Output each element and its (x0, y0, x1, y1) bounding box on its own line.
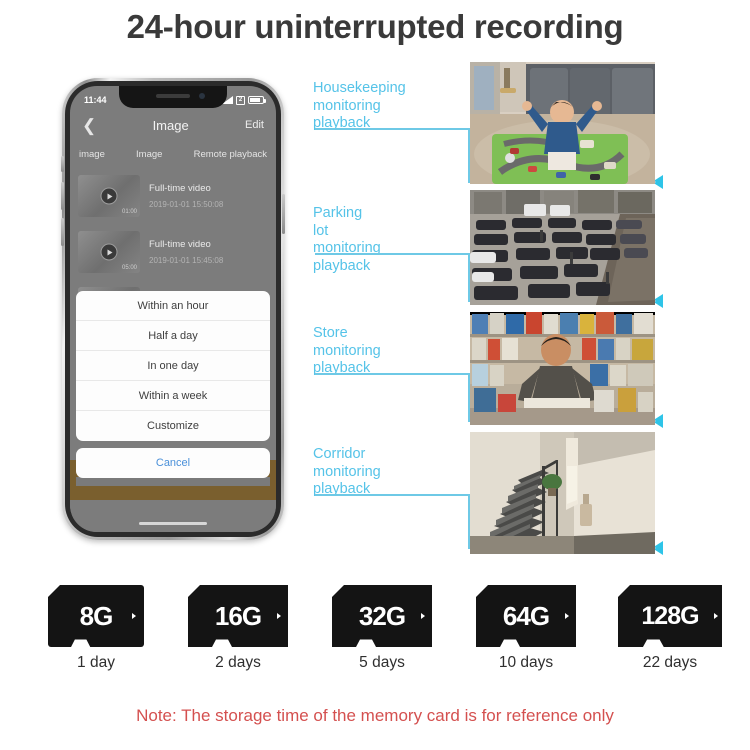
action-sheet[interactable]: Within an hour Half a day In one day Wit… (76, 291, 270, 478)
video-meta: Full-time video 2019-01-01 15:50:08 (149, 183, 268, 209)
card-duration-label: 22 days (642, 654, 698, 671)
action-in-one-day[interactable]: In one day (76, 351, 270, 381)
video-timestamp: 2019-01-01 15:45:08 (149, 256, 224, 265)
phone-screen: 11:44 2 ❮ Image Edit image Image Remote … (70, 86, 276, 532)
memory-card-64g: 64G 10 days (466, 585, 586, 672)
play-icon (100, 243, 118, 261)
action-within-a-week[interactable]: Within a week (76, 381, 270, 411)
photo-parking-lot (470, 190, 655, 305)
video-meta: Full-time video 2019-01-01 15:45:08 (149, 239, 268, 265)
status-time: 11:44 (84, 95, 107, 105)
network-indicator-icon: 2 (236, 95, 245, 105)
sd-card-graphic: 8G (48, 585, 144, 647)
action-half-a-day[interactable]: Half a day (76, 321, 270, 351)
card-capacity-label: 128G (641, 601, 699, 630)
photo-store (470, 312, 655, 425)
card-capacity-label: 32G (358, 600, 406, 631)
connector-line (315, 373, 470, 375)
callout-label: Housekeeping monitoring playback (313, 80, 406, 132)
memory-card-16g: 16G 2 days (178, 585, 298, 672)
edit-button[interactable]: Edit (245, 119, 264, 131)
card-arrow-icon (714, 613, 718, 619)
tab-image[interactable]: Image (133, 149, 165, 160)
notch (119, 86, 227, 108)
photo-housekeeping (470, 62, 655, 184)
nav-title: Image (152, 117, 189, 133)
video-duration: 05:00 (121, 265, 137, 271)
callout-label: Parking lot monitoring playback (313, 205, 381, 275)
volume-down-button[interactable] (61, 218, 64, 246)
promo-page: 24-hour uninterrupted recording 11:44 2 (0, 0, 750, 750)
video-thumbnail[interactable]: 01:00 (78, 175, 140, 217)
tab-image-lower[interactable]: image (76, 149, 108, 160)
card-duration-label: 1 day (77, 654, 115, 671)
back-chevron-icon[interactable]: ❮ (82, 117, 96, 134)
sd-card-graphic: 16G (188, 585, 288, 647)
card-arrow-icon (277, 613, 281, 619)
power-button[interactable] (282, 194, 285, 234)
list-item[interactable]: 01:00 Full-time video 2019-01-01 15:50:0… (70, 168, 276, 224)
volume-up-button[interactable] (61, 182, 64, 210)
action-within-an-hour[interactable]: Within an hour (76, 291, 270, 321)
page-title: 24-hour uninterrupted recording (126, 8, 624, 45)
card-arrow-icon (132, 613, 136, 619)
video-timestamp: 2019-01-01 15:50:08 (149, 200, 224, 209)
callout-label: Store monitoring playback (313, 325, 381, 377)
memory-card-row: 8G 1 day 16G 2 days 32G 5 days 64G 10 da… (0, 585, 750, 695)
home-indicator[interactable] (139, 521, 207, 525)
status-icons: 2 (222, 95, 266, 105)
callout-label: Corridor monitoring playback (313, 446, 381, 498)
memory-card-32g: 32G 5 days (322, 585, 442, 672)
connector-line (315, 253, 470, 255)
photo-corridor (470, 432, 655, 554)
memory-card-128g: 128G 22 days (608, 585, 732, 672)
card-capacity-label: 8G (79, 600, 114, 631)
connector-line (315, 128, 470, 130)
earpiece-speaker (156, 94, 190, 98)
tab-bar: image Image Remote playback (70, 142, 276, 166)
cancel-button[interactable]: Cancel (76, 448, 270, 478)
screen-bottom-area (70, 500, 276, 532)
front-camera-icon (199, 93, 205, 99)
card-capacity-label: 16G (214, 600, 262, 631)
video-duration: 01:00 (121, 209, 137, 215)
sd-card-graphic: 32G (332, 585, 432, 647)
app-nav-bar: ❮ Image Edit (70, 110, 276, 140)
list-item[interactable]: 05:00 Full-time video 2019-01-01 15:45:0… (70, 224, 276, 280)
card-duration-label: 5 days (359, 654, 405, 671)
mute-switch[interactable] (61, 156, 64, 172)
action-customize[interactable]: Customize (76, 411, 270, 441)
play-icon (100, 187, 118, 205)
card-arrow-icon (421, 613, 425, 619)
battery-icon (248, 96, 266, 104)
card-duration-label: 2 days (215, 654, 261, 671)
scrollbar-strip[interactable] (76, 477, 270, 486)
video-title: Full-time video (149, 183, 211, 194)
footer-note: Note: The storage time of the memory car… (136, 706, 614, 725)
sd-card-graphic: 128G (618, 585, 722, 647)
memory-card-8g: 8G 1 day (38, 585, 154, 672)
video-thumbnail[interactable]: 05:00 (78, 231, 140, 273)
action-sheet-options[interactable]: Within an hour Half a day In one day Wit… (76, 291, 270, 441)
phone-mockup: 11:44 2 ❮ Image Edit image Image Remote … (61, 78, 285, 540)
card-arrow-icon (565, 613, 569, 619)
sd-card-graphic: 64G (476, 585, 576, 647)
card-duration-label: 10 days (498, 654, 554, 671)
video-title: Full-time video (149, 239, 211, 250)
card-capacity-label: 64G (502, 600, 550, 631)
connector-line (315, 494, 470, 496)
tab-remote-playback[interactable]: Remote playback (191, 149, 270, 160)
